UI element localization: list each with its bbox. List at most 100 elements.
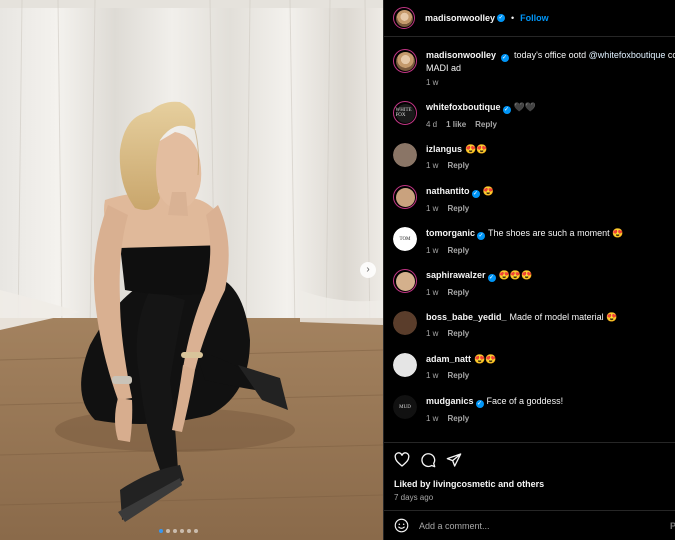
caption-mention[interactable]: @whitefoxboutique [589,50,666,60]
comment-text: 😍 [482,186,494,196]
paper-plane-icon[interactable] [446,452,462,468]
reply-button[interactable]: Reply [447,329,469,338]
reply-button[interactable]: Reply [447,414,469,423]
commenter-username[interactable]: saphirawalzer [426,270,486,280]
comment-composer: P [384,510,675,540]
liked-by-prefix: Liked by [394,479,431,489]
verified-badge-icon: ✓ [500,54,509,62]
chevron-right-icon[interactable]: › [360,262,376,278]
post-comment-button[interactable]: P [670,521,675,531]
carousel-dot [180,529,184,533]
comment-meta: 1 w Reply [426,329,675,338]
avatar-logo-text: WHITE FOX [395,108,412,118]
commenter-avatar[interactable] [393,269,417,293]
comment-time[interactable]: 1 w [426,246,438,255]
carousel-indicator [159,529,198,533]
comment-time[interactable]: 1 w [426,329,438,338]
comment-time[interactable]: 4 d [426,120,437,129]
author-username[interactable]: madisonwoolley [425,13,495,23]
avatar-logo-text: TOM [399,236,411,242]
commenter-avatar[interactable]: MUD [393,395,417,419]
post-actions: Liked by livingcosmetic and others 7 day… [384,442,675,510]
comment-likes[interactable]: 1 like [446,120,466,129]
verified-badge-icon: ✓ [477,232,486,240]
comment-time[interactable]: 1 w [426,414,438,423]
caption-time[interactable]: 1 w [426,78,438,87]
verified-badge-icon: ✓ [487,274,496,282]
comment-meta: 1 w Reply [426,246,675,255]
comment-text: 😍😍 [465,144,488,154]
comment-time[interactable]: 1 w [426,204,438,213]
liked-by-user[interactable]: livingcosmetic [433,479,496,489]
commenter-username[interactable]: whitefoxboutique [426,102,501,112]
post-photo[interactable]: › [0,0,383,540]
caption-avatar[interactable] [393,49,417,73]
reply-button[interactable]: Reply [447,288,469,297]
verified-badge-icon: ✓ [497,14,506,22]
comment-meta: 1 w Reply [426,414,675,423]
comment-text: Made of model material 😍 [509,312,618,322]
post-header: madisonwoolley ✓ • Follow [384,0,675,37]
commenter-username[interactable]: tomorganic [426,228,475,238]
reply-button[interactable]: Reply [447,204,469,213]
verified-badge-icon: ✓ [471,190,480,198]
comment-meta: 1 w Reply [426,371,675,380]
reply-button[interactable]: Reply [447,371,469,380]
commenter-username[interactable]: nathantito [426,186,470,196]
verified-badge-icon: ✓ [502,106,511,114]
commenter-avatar[interactable] [393,311,417,335]
comment-meta: 1 w Reply [426,161,675,170]
post-photo-illustration [0,0,383,540]
comment-text: Face of a goddess! [486,396,564,406]
caption-line-2: MADI ad [426,63,462,73]
carousel-dot [187,529,191,533]
comment-item: boss_babe_yedid_ Made of model material 😍… [393,311,675,338]
commenter-username[interactable]: mudganics [426,396,474,406]
comment-input[interactable] [419,520,649,531]
heart-icon[interactable] [394,452,410,468]
caption-username[interactable]: madisonwoolley [426,50,496,60]
carousel-dot [173,529,177,533]
carousel-dot [159,529,163,533]
comment-text: 😍😍 [474,354,497,364]
commenter-username[interactable]: adam_natt [426,354,471,364]
instagram-post-modal: › madisonwoolley ✓ • Follow madisonwooll… [0,0,675,540]
commenter-avatar[interactable] [393,353,417,377]
comment-item: nathantito ✓ 😍 1 w Reply [393,185,675,213]
caption-overflow-text: co [667,50,675,60]
separator-dot: • [511,13,515,23]
comment-item: WHITE FOX whitefoxboutique ✓ 🖤🖤 4 d 1 like Rep… [393,101,675,129]
comment-time[interactable]: 1 w [426,371,438,380]
reply-button[interactable]: Reply [447,161,469,170]
comment-time[interactable]: 1 w [426,161,438,170]
commenter-avatar[interactable]: WHITE FOX [393,101,417,125]
comments-list[interactable]: madisonwoolley ✓ today's office ootd @wh… [384,37,675,442]
avatar-logo-text: MUD [399,404,411,410]
caption-meta: 1 w [426,78,675,87]
comment-meta: 1 w Reply [426,204,675,213]
comment-item: TOM tomorganic ✓ The shoes are such a momen… [393,227,675,255]
liked-by-others[interactable]: and others [498,479,544,489]
commenter-avatar[interactable] [393,185,417,209]
follow-button[interactable]: Follow [520,13,549,23]
commenter-username[interactable]: izlangus [426,144,462,154]
reply-button[interactable]: Reply [447,246,469,255]
comment-item: saphirawalzer ✓ 😍😍😍 1 w Reply [393,269,675,297]
post-sidebar: madisonwoolley ✓ • Follow madisonwoolley… [383,0,675,540]
caption-text: today's office ootd [514,50,587,60]
commenter-username[interactable]: boss_babe_yedid_ [426,312,507,322]
comment-text: The shoes are such a moment 😍 [488,228,624,238]
commenter-avatar[interactable]: TOM [393,227,417,251]
commenter-avatar[interactable] [393,143,417,167]
carousel-dot [166,529,170,533]
comment-text: 😍😍😍 [498,270,533,280]
smiley-icon[interactable] [394,518,409,533]
comment-item: adam_natt 😍😍 1 w Reply [393,353,675,380]
comment-meta: 4 d 1 like Reply [426,120,675,129]
comment-text: 🖤🖤 [513,102,536,112]
reply-button[interactable]: Reply [475,120,497,129]
author-avatar[interactable] [393,7,415,29]
comment-time[interactable]: 1 w [426,288,438,297]
comment-bubble-icon[interactable] [420,452,436,468]
posted-time[interactable]: 7 days ago [394,493,433,502]
